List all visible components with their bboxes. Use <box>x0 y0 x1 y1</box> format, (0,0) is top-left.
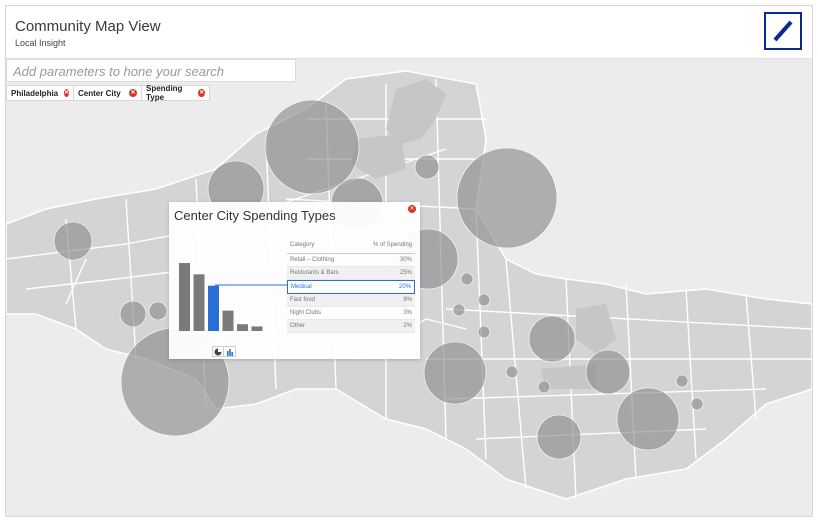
row-percent: 3% <box>403 310 412 316</box>
spending-table: Category % of Spending Retail – Clothing… <box>287 242 415 333</box>
bank-logo[interactable] <box>764 12 802 50</box>
app-title: Community Map View <box>15 18 161 35</box>
bar[interactable] <box>251 326 263 331</box>
column-header-category: Category <box>290 242 315 248</box>
table-row-selected[interactable]: Medical 20% <box>287 280 415 294</box>
filter-chip-philadelphia[interactable]: Philadelphia ✕ <box>6 85 74 101</box>
bubble <box>536 414 582 460</box>
slash-logo-icon <box>773 20 793 42</box>
bar[interactable] <box>237 324 248 331</box>
spending-bar-chart <box>179 263 263 331</box>
row-category: Retail – Clothing <box>290 257 335 263</box>
bar[interactable] <box>222 310 234 331</box>
app-subtitle: Local Insight <box>15 38 66 48</box>
row-category: Night Clubs <box>290 310 322 316</box>
app-frame: Community Map View Local Insight Philade… <box>5 5 813 517</box>
remove-icon[interactable]: ✕ <box>129 89 137 97</box>
bubble <box>477 325 491 339</box>
bubble <box>148 301 168 321</box>
bubble <box>119 300 147 328</box>
search-input[interactable] <box>11 60 295 82</box>
pie-chart-icon[interactable] <box>212 346 224 357</box>
bubble <box>675 374 689 388</box>
row-category: Fast food <box>290 297 316 303</box>
filter-chip-label: Spending Type <box>146 84 183 102</box>
column-header-percent: % of Spending <box>372 242 412 248</box>
popup-title: Center City Spending Types <box>174 208 336 223</box>
bar[interactable] <box>193 274 205 331</box>
bubble <box>460 272 474 286</box>
row-percent: 9% <box>403 297 412 303</box>
row-percent: 2% <box>403 323 412 329</box>
bubble <box>505 365 519 379</box>
app-header: Community Map View Local Insight <box>6 6 812 59</box>
table-row[interactable]: Other 2% <box>287 320 415 333</box>
bubble <box>264 99 360 195</box>
bar[interactable] <box>208 285 219 331</box>
row-category: Medical <box>291 284 312 290</box>
bubble <box>452 303 466 317</box>
filter-chip-center-city[interactable]: Center City ✕ <box>74 85 142 101</box>
row-category: Other <box>290 323 306 329</box>
bubble <box>53 221 93 261</box>
bubble <box>528 315 576 363</box>
bubble <box>456 147 558 249</box>
bubble <box>423 341 487 405</box>
bubble <box>616 387 680 451</box>
table-row[interactable]: Retail – Clothing 30% <box>287 254 415 267</box>
bubble <box>585 349 631 395</box>
row-percent: 30% <box>399 257 412 263</box>
row-percent: 20% <box>398 284 411 290</box>
close-icon[interactable]: ✕ <box>408 205 416 213</box>
remove-icon[interactable]: ✕ <box>198 89 205 97</box>
bar[interactable] <box>179 263 190 331</box>
bar-chart-icon[interactable] <box>224 346 236 357</box>
table-row[interactable]: Resturants & Bars 25% <box>287 267 415 280</box>
table-row[interactable]: Night Clubs 3% <box>287 307 415 320</box>
bubble <box>537 380 551 394</box>
filter-chip-spending-type[interactable]: Spending Type ✕ <box>142 84 210 102</box>
filter-chip-label: Philadelphia <box>11 88 59 98</box>
chart-type-toggle <box>212 346 236 357</box>
remove-icon[interactable]: ✕ <box>64 89 70 97</box>
bubble <box>477 293 491 307</box>
row-category: Resturants & Bars <box>290 270 339 276</box>
filter-chips: Philadelphia ✕ Center City ✕ Spending Ty… <box>6 84 210 102</box>
search-box[interactable] <box>6 59 296 82</box>
table-header: Category % of Spending <box>287 242 415 254</box>
row-percent: 25% <box>399 270 412 276</box>
bubble <box>690 397 704 411</box>
bubble <box>414 154 440 180</box>
spending-popup: ✕ Center City Spending Types Category % … <box>169 202 420 359</box>
filter-chip-label: Center City <box>78 88 121 98</box>
table-row[interactable]: Fast food 9% <box>287 294 415 307</box>
